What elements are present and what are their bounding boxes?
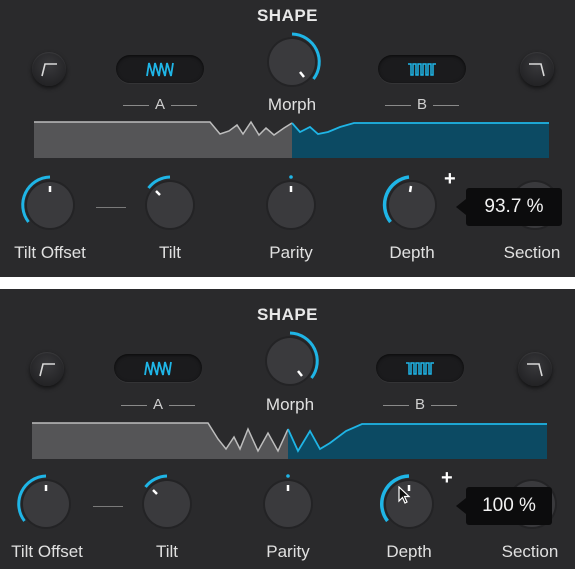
tilt-offset-label: Tilt Offset	[14, 243, 86, 262]
highpass-shape-icon	[39, 363, 55, 377]
waveform-b-selector[interactable]	[376, 354, 464, 382]
depth-label: Depth	[386, 542, 432, 561]
shape-panel-top: SHAPE A B Morph + 93.7 % Tilt Offset Til…	[0, 0, 575, 277]
square-wave-icon	[408, 63, 436, 76]
waveform-b-label: B	[375, 396, 465, 413]
lowpass-shape-button[interactable]	[520, 52, 554, 86]
tilt-offset-knob[interactable]	[20, 175, 80, 235]
parity-label: Parity	[266, 542, 310, 561]
morph-label: Morph	[267, 95, 317, 114]
tilt-label: Tilt	[158, 243, 182, 262]
highpass-shape-button[interactable]	[30, 352, 64, 386]
plus-indicator: +	[441, 467, 453, 489]
tilt-knob[interactable]	[140, 175, 200, 235]
plus-indicator: +	[444, 168, 456, 190]
saw-wave-icon	[146, 62, 174, 77]
waveform-b-label: B	[377, 96, 467, 113]
square-wave-icon	[406, 362, 434, 375]
value-tooltip: 93.7 %	[456, 188, 562, 226]
waveform-display	[32, 422, 547, 459]
tilt-label: Tilt	[155, 542, 179, 561]
lowpass-shape-icon	[527, 363, 543, 377]
link-line	[96, 207, 126, 208]
highpass-shape-icon	[41, 63, 57, 77]
morph-knob[interactable]	[260, 331, 320, 391]
parity-knob[interactable]	[258, 474, 318, 534]
depth-knob[interactable]	[382, 175, 442, 235]
section-label: Section	[501, 542, 559, 561]
parity-knob[interactable]	[261, 175, 321, 235]
mouse-cursor-icon	[398, 486, 411, 504]
tilt-knob[interactable]	[137, 474, 197, 534]
waveform-display	[34, 120, 549, 158]
section-label: Section	[503, 243, 561, 262]
waveform-a-selector[interactable]	[116, 55, 204, 83]
tilt-offset-label: Tilt Offset	[11, 542, 83, 561]
waveform-a-selector[interactable]	[114, 354, 202, 382]
lowpass-shape-icon	[529, 63, 545, 77]
depth-label: Depth	[389, 243, 435, 262]
panel-separator	[0, 277, 575, 289]
saw-wave-icon	[144, 361, 172, 376]
value-tooltip: 100 %	[456, 487, 552, 525]
waveform-a-label: A	[113, 396, 203, 413]
morph-label: Morph	[265, 395, 315, 414]
section-title: SHAPE	[256, 6, 319, 25]
lowpass-shape-button[interactable]	[518, 352, 552, 386]
section-title: SHAPE	[256, 305, 319, 324]
shape-panel-bottom: SHAPE A B Morph + 100 % Tilt Offset Tilt…	[0, 289, 575, 569]
waveform-a-label: A	[115, 96, 205, 113]
tilt-offset-knob[interactable]	[16, 474, 76, 534]
link-line	[93, 506, 123, 507]
parity-label: Parity	[269, 243, 313, 262]
waveform-b-selector[interactable]	[378, 55, 466, 83]
morph-knob[interactable]	[262, 32, 322, 92]
highpass-shape-button[interactable]	[32, 52, 66, 86]
